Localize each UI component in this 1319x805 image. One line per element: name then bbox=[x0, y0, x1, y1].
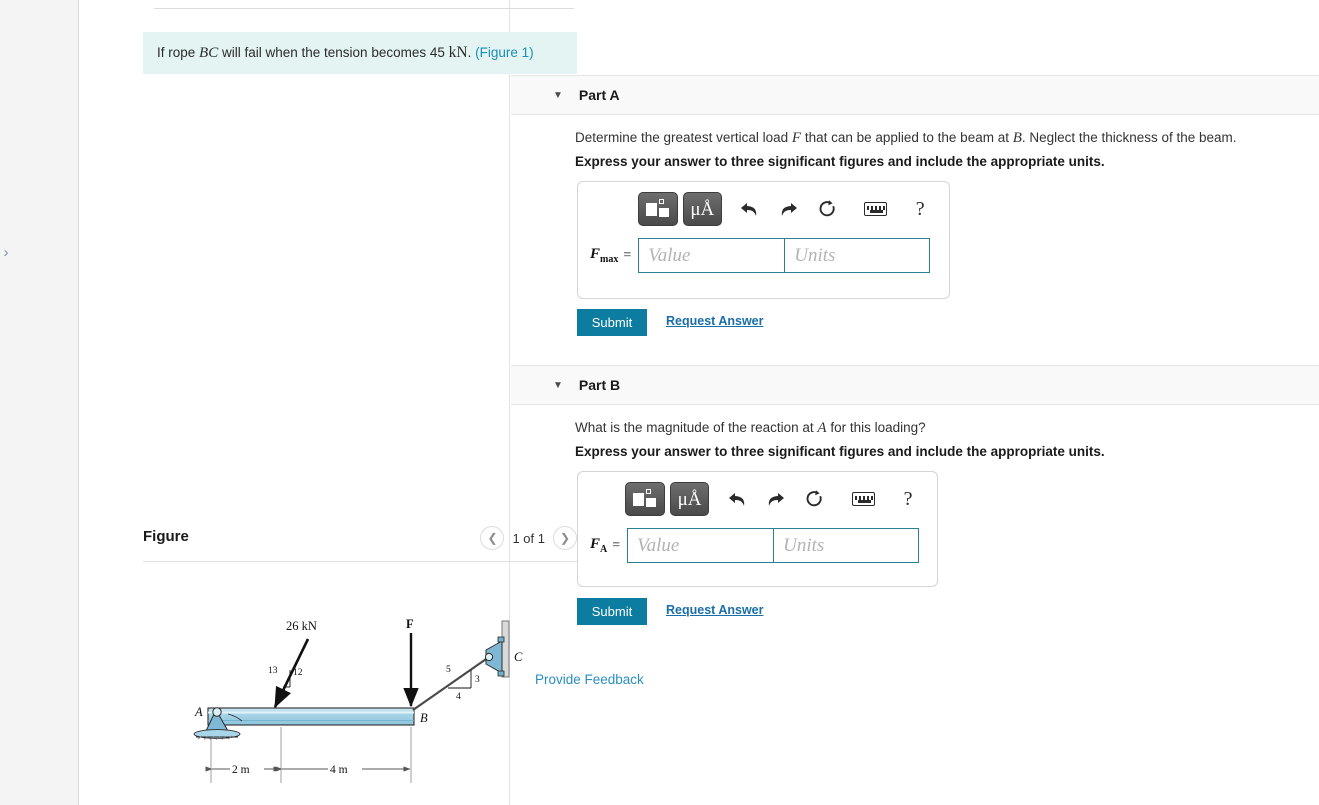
part-a-toolbar: μÅ ? bbox=[590, 192, 937, 226]
units-button-label: μÅ bbox=[690, 198, 715, 220]
label-force-f: F bbox=[406, 617, 414, 631]
provide-feedback-link[interactable]: Provide Feedback bbox=[535, 672, 644, 687]
pin-support-pin bbox=[212, 707, 222, 717]
keyboard-icon[interactable] bbox=[847, 484, 881, 514]
reset-circular-arrow-icon[interactable] bbox=[810, 194, 844, 224]
part-a-question-mid: that can be applied to the beam at bbox=[804, 130, 1009, 145]
part-a-question: Determine the greatest vertical load F t… bbox=[575, 128, 1237, 148]
part-a-question-post: . Neglect the thickness of the beam. bbox=[1021, 130, 1237, 145]
label-point-b: B bbox=[420, 711, 428, 725]
label-dim-2m: 2 m bbox=[232, 764, 250, 776]
label-load-slope-horz: 5 bbox=[280, 689, 285, 699]
redo-arrow-icon[interactable] bbox=[772, 194, 806, 224]
part-b-request-answer-link[interactable]: Request Answer bbox=[666, 603, 763, 617]
part-a-submit-button[interactable]: Submit bbox=[577, 309, 647, 336]
undo-arrow-icon[interactable] bbox=[720, 484, 754, 514]
part-b-value-input[interactable] bbox=[627, 528, 774, 563]
label-rope-slope-vert: 3 bbox=[475, 675, 480, 685]
label-rope-slope-hyp: 5 bbox=[446, 665, 451, 675]
beam-diagram: A 26 kN 13 12 5 F B 5 3 4 C 2 m 4 m bbox=[180, 615, 560, 800]
label-rope-slope-horz: 4 bbox=[456, 692, 461, 702]
part-a-equals: = bbox=[623, 247, 632, 263]
label-load-slope-hyp: 13 bbox=[268, 666, 278, 676]
part-a-label: Part A bbox=[578, 87, 620, 103]
math-template-icon[interactable] bbox=[625, 482, 665, 516]
part-a-value-input[interactable] bbox=[638, 238, 785, 273]
help-question-icon[interactable]: ? bbox=[903, 194, 937, 224]
label-load-26kn: 26 kN bbox=[286, 619, 317, 633]
part-a-var-f: F bbox=[791, 130, 802, 146]
figure-title: Figure bbox=[143, 528, 189, 545]
figure-prev-button[interactable]: ❮ bbox=[480, 526, 505, 550]
problem-text-mid: will fail when the tension becomes 45 bbox=[221, 44, 445, 60]
part-b-label: Part B bbox=[578, 377, 621, 393]
problem-rope-label: BC bbox=[199, 44, 219, 61]
part-a-request-answer-link[interactable]: Request Answer bbox=[666, 314, 763, 328]
help-question-icon[interactable]: ? bbox=[891, 484, 925, 514]
part-b-answer-label: FA bbox=[590, 536, 608, 555]
problem-page: › If rope BC will fail when the tension … bbox=[0, 0, 1319, 805]
beam-body bbox=[207, 707, 415, 726]
part-b-question: What is the magnitude of the reaction at… bbox=[575, 418, 926, 438]
problem-statement-text: If rope BC will fail when the tension be… bbox=[157, 43, 534, 64]
part-b-question-pre: What is the magnitude of the reaction at bbox=[575, 420, 814, 435]
units-button-label: μÅ bbox=[677, 488, 702, 510]
part-b-units-input[interactable] bbox=[773, 528, 920, 563]
part-a-instruction: Express your answer to three significant… bbox=[575, 154, 1105, 169]
keyboard-icon[interactable] bbox=[859, 194, 893, 224]
part-b-var-a: A bbox=[817, 420, 827, 436]
part-a-question-pre: Determine the greatest vertical load bbox=[575, 130, 789, 145]
label-point-a: A bbox=[194, 705, 203, 719]
undo-arrow-icon[interactable] bbox=[733, 194, 767, 224]
help-label: ? bbox=[915, 197, 925, 220]
math-template-icon[interactable] bbox=[638, 192, 678, 226]
part-a-answer-label: Fmax bbox=[590, 246, 619, 265]
part-a-collapse-caret[interactable]: ▼ bbox=[553, 90, 563, 101]
part-b-field-row: FA = bbox=[590, 528, 925, 563]
rope-anchor-pin bbox=[484, 652, 494, 662]
bracket-bolt-bottom bbox=[497, 670, 505, 677]
part-a-header[interactable]: ▼ Part A bbox=[511, 75, 1319, 115]
problem-period: . bbox=[467, 44, 472, 60]
part-b-instruction: Express your answer to three significant… bbox=[575, 444, 1105, 459]
left-gutter: › bbox=[0, 0, 79, 805]
part-b-header[interactable]: ▼ Part B bbox=[511, 365, 1319, 405]
problem-unit: kN bbox=[448, 43, 468, 61]
units-icon[interactable]: μÅ bbox=[682, 192, 723, 226]
help-label: ? bbox=[903, 487, 913, 510]
wall-surface bbox=[501, 620, 510, 678]
part-b-equals: = bbox=[612, 537, 621, 553]
redo-arrow-icon[interactable] bbox=[759, 484, 793, 514]
bracket-bolt-top bbox=[497, 636, 505, 643]
part-b-collapse-caret[interactable]: ▼ bbox=[553, 380, 563, 391]
part-b-question-post: for this loading? bbox=[830, 420, 926, 435]
part-b-toolbar: μÅ ? bbox=[590, 482, 925, 516]
label-load-slope-vert: 12 bbox=[293, 668, 303, 678]
label-dim-4m: 4 m bbox=[330, 764, 348, 776]
units-icon[interactable]: μÅ bbox=[669, 482, 710, 516]
beam-diagram-svg: A 26 kN 13 12 5 F B 5 3 4 C 2 m 4 m bbox=[193, 617, 523, 783]
part-b-submit-button[interactable]: Submit bbox=[577, 598, 647, 625]
chevron-right-icon[interactable]: › bbox=[0, 243, 12, 263]
reset-circular-arrow-icon[interactable] bbox=[798, 484, 832, 514]
problem-text-before: If rope bbox=[157, 44, 196, 60]
problem-column: If rope BC will fail when the tension be… bbox=[80, 0, 577, 805]
part-a-var-b: B bbox=[1012, 130, 1022, 146]
part-a-answer-box: μÅ ? Fmax = Value Units bbox=[577, 181, 950, 299]
part-a-field-row: Fmax = bbox=[590, 238, 937, 273]
part-a-units-input[interactable] bbox=[784, 238, 931, 273]
part-b-answer-box: μÅ ? FA = Value Units bbox=[577, 471, 938, 587]
